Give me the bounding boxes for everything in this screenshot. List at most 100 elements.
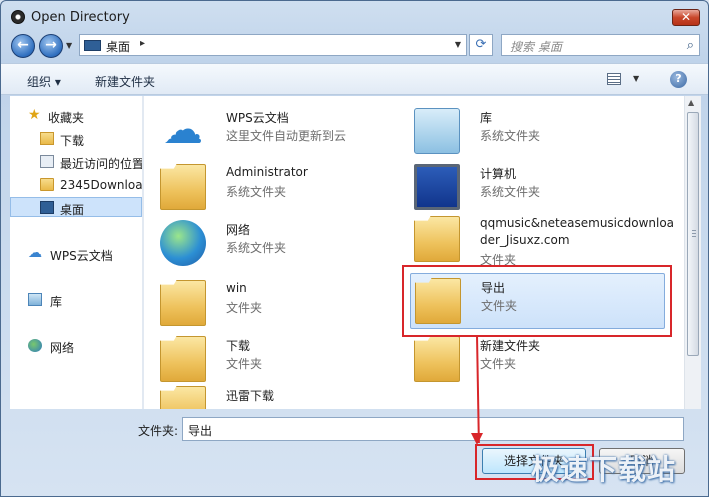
sidebar-item-recent-places[interactable]: 最近访问的位置 bbox=[10, 152, 142, 172]
sidebar-item-network[interactable]: 网络 bbox=[10, 336, 142, 356]
item-type: 系统文件夹 bbox=[226, 241, 287, 255]
open-directory-dialog: Open Directory ✕ ← → ▼ 桌面 ▸ ▼ ⟳ 搜索 桌面 ⌕ … bbox=[0, 0, 709, 497]
item-type: 系统文件夹 bbox=[480, 185, 541, 199]
cloud-icon: ☁ bbox=[28, 245, 42, 261]
list-item[interactable]: 新建文件夹 文件夹 bbox=[410, 332, 665, 388]
list-item-selected[interactable]: 导出 文件夹 bbox=[410, 273, 665, 329]
watermark-logo: 极速下载站 bbox=[531, 453, 677, 486]
sidebar-item-favorites[interactable]: ★ 收藏夹 bbox=[10, 106, 142, 126]
item-type: 系统文件夹 bbox=[480, 129, 541, 143]
scrollbar-thumb[interactable] bbox=[687, 112, 699, 356]
breadcrumb-chevron-right-icon[interactable]: ▸ bbox=[140, 38, 145, 49]
item-name: 库 bbox=[480, 111, 493, 125]
list-item[interactable]: Administrator 系统文件夹 bbox=[156, 160, 411, 216]
cloud-icon: ☁ bbox=[163, 107, 203, 153]
sidebar-item-label: 下载 bbox=[60, 134, 85, 148]
library-icon bbox=[28, 293, 42, 306]
recent-places-icon bbox=[40, 155, 54, 168]
item-name-continued: der_Jisuxz.com bbox=[480, 233, 570, 247]
file-list: ☁ WPS云文档 这里文件自动更新到云 库 系统文件夹 Administrato… bbox=[144, 96, 684, 409]
scroll-grip-icon bbox=[692, 230, 696, 238]
folder-name-input[interactable]: 导出 bbox=[182, 417, 684, 441]
recent-pages-chevron-down-icon[interactable]: ▼ bbox=[66, 41, 72, 50]
list-item[interactable]: 库 系统文件夹 bbox=[410, 104, 665, 160]
list-item[interactable]: 计算机 系统文件夹 bbox=[410, 160, 665, 216]
item-name: Administrator bbox=[226, 165, 308, 179]
item-name: qqmusic&neteasemusicdownloa bbox=[480, 216, 675, 230]
list-item[interactable]: win 文件夹 bbox=[156, 276, 411, 332]
item-type: 文件夹 bbox=[480, 253, 517, 267]
item-name: win bbox=[226, 281, 247, 295]
folder-name-value[interactable]: 导出 bbox=[188, 422, 212, 439]
search-icon[interactable]: ⌕ bbox=[687, 38, 694, 53]
item-type: 这里文件自动更新到云 bbox=[226, 129, 347, 143]
navigation-pane: ★ 收藏夹 下载 最近访问的位置 2345Downloads 桌面 ☁ WPS云… bbox=[10, 96, 142, 409]
sidebar-item-label: 库 bbox=[50, 295, 63, 309]
item-type: 文件夹 bbox=[226, 301, 263, 315]
address-chevron-down-icon[interactable]: ▼ bbox=[455, 40, 461, 49]
sidebar-item-label: WPS云文档 bbox=[50, 249, 113, 263]
sidebar-item-label: 桌面 bbox=[60, 203, 85, 217]
vertical-scrollbar[interactable]: ▲ bbox=[684, 96, 701, 409]
computer-icon bbox=[414, 164, 460, 210]
address-bar[interactable]: 桌面 ▸ ▼ bbox=[79, 34, 467, 56]
refresh-icon[interactable]: ⟳ bbox=[469, 34, 493, 56]
help-icon[interactable]: ? bbox=[670, 71, 687, 88]
sidebar-item-label: 2345Downloads bbox=[60, 178, 142, 192]
library-icon bbox=[414, 108, 460, 154]
item-name: WPS云文档 bbox=[226, 111, 289, 125]
folder-icon bbox=[160, 336, 206, 382]
sidebar-item-label: 最近访问的位置 bbox=[60, 157, 142, 171]
app-disc-icon bbox=[11, 10, 25, 24]
item-name: 导出 bbox=[481, 281, 506, 295]
item-name: 新建文件夹 bbox=[480, 339, 541, 353]
sidebar-item-label: 网络 bbox=[50, 341, 75, 355]
list-item[interactable]: 迅雷下载 bbox=[156, 382, 411, 409]
change-view-icon[interactable] bbox=[607, 73, 621, 85]
sidebar-item-desktop[interactable]: 桌面 bbox=[10, 197, 142, 217]
list-item[interactable]: ☁ WPS云文档 这里文件自动更新到云 bbox=[156, 104, 411, 160]
folder-icon bbox=[160, 386, 206, 409]
scroll-up-arrow-icon[interactable]: ▲ bbox=[688, 98, 694, 107]
list-item[interactable]: 下载 文件夹 bbox=[156, 332, 411, 388]
sidebar-item-wps-cloud[interactable]: ☁ WPS云文档 bbox=[10, 244, 142, 264]
folder-icon bbox=[160, 280, 206, 326]
item-type: 系统文件夹 bbox=[226, 185, 287, 199]
item-type: 文件夹 bbox=[480, 357, 517, 371]
command-toolbar: 组织 ▾ 新建文件夹 ▼ ? bbox=[1, 63, 708, 95]
close-button[interactable]: ✕ bbox=[672, 9, 700, 26]
item-name: 计算机 bbox=[480, 167, 517, 181]
address-breadcrumb[interactable]: 桌面 bbox=[106, 38, 130, 55]
new-folder-button[interactable]: 新建文件夹 bbox=[95, 73, 155, 90]
item-name: 迅雷下载 bbox=[226, 389, 275, 403]
downloads-folder-icon bbox=[40, 132, 54, 145]
star-icon: ★ bbox=[28, 107, 41, 123]
organize-menu-button[interactable]: 组织 ▾ bbox=[27, 73, 61, 90]
title-bar: Open Directory ✕ bbox=[1, 1, 708, 31]
sidebar-item-downloads[interactable]: 下载 bbox=[10, 129, 142, 149]
list-item[interactable]: qqmusic&neteasemusicdownloa der_Jisuxz.c… bbox=[410, 212, 674, 270]
back-button[interactable]: ← bbox=[11, 34, 35, 58]
folder-icon bbox=[415, 278, 461, 324]
network-icon bbox=[160, 220, 206, 266]
folder-icon bbox=[40, 178, 54, 191]
list-item[interactable]: 网络 系统文件夹 bbox=[156, 216, 411, 272]
item-name: 网络 bbox=[226, 223, 251, 237]
view-chevron-down-icon[interactable]: ▼ bbox=[633, 74, 639, 83]
folder-icon bbox=[414, 216, 460, 262]
annotation-arrow-head-icon bbox=[471, 433, 483, 445]
forward-button[interactable]: → bbox=[39, 34, 63, 58]
item-type: 文件夹 bbox=[226, 357, 263, 371]
search-input[interactable]: 搜索 桌面 ⌕ bbox=[501, 34, 700, 56]
sidebar-item-2345downloads[interactable]: 2345Downloads bbox=[10, 175, 142, 195]
desktop-icon bbox=[84, 40, 101, 51]
user-folder-icon bbox=[160, 164, 206, 210]
sidebar-item-libraries[interactable]: 库 bbox=[10, 290, 142, 310]
navigation-bar: ← → ▼ 桌面 ▸ ▼ ⟳ 搜索 桌面 ⌕ bbox=[1, 31, 708, 59]
search-placeholder: 搜索 桌面 bbox=[510, 40, 562, 54]
folder-icon bbox=[414, 336, 460, 382]
desktop-icon bbox=[40, 201, 54, 214]
sidebar-item-label: 收藏夹 bbox=[48, 111, 85, 125]
network-icon bbox=[28, 339, 42, 352]
folder-field-label: 文件夹: bbox=[138, 424, 179, 438]
